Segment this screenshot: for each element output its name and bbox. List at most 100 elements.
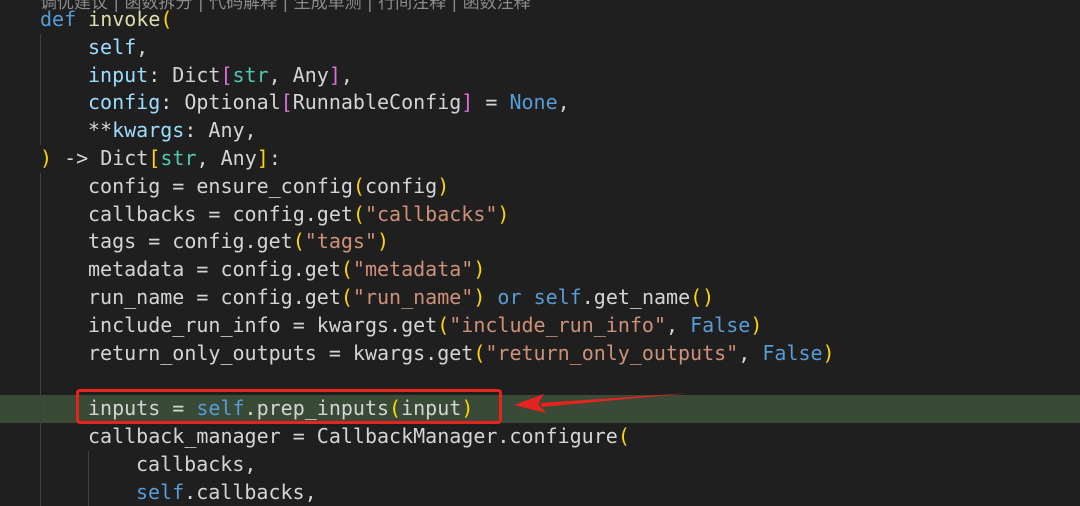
code-token: or: [485, 284, 534, 309]
code-token: ]: [256, 145, 269, 170]
code-token: ): [750, 312, 763, 337]
code-text: config = ensure_config(config): [88, 173, 449, 201]
code-line[interactable]: tags = config.get("tags"): [0, 228, 1080, 257]
code-token: ): [377, 229, 390, 254]
code-token: :: [268, 145, 281, 170]
code-line[interactable]: input: Dict[str, Any],: [0, 61, 1080, 90]
code-text: include_run_info = kwargs.get("include_r…: [88, 312, 762, 340]
code-token: : Any,: [184, 118, 257, 143]
code-token: ]: [461, 90, 474, 115]
indent-guide: [40, 283, 41, 312]
code-token: config: [88, 90, 161, 115]
code-token: , Any: [196, 145, 257, 170]
code-text: metadata = config.get("metadata"): [88, 256, 485, 284]
code-token: None: [509, 90, 558, 115]
code-token: str: [160, 145, 197, 170]
code-text: callback_manager = CallbackManager.confi…: [88, 423, 630, 451]
code-text: config: Optional[RunnableConfig] = None,: [88, 89, 570, 117]
code-token: (: [340, 284, 353, 309]
code-line[interactable]: def invoke(: [0, 6, 1080, 34]
code-token: : Optional: [160, 90, 281, 115]
code-token: (: [292, 229, 305, 254]
code-line[interactable]: **kwargs: Any,: [0, 117, 1080, 145]
code-token: return_only_outputs = kwargs.get: [88, 340, 474, 365]
code-token: "run_name": [352, 284, 474, 309]
code-token: ,: [340, 62, 353, 87]
indent-guide: [40, 117, 41, 145]
indent-guide: [40, 311, 41, 340]
code-token: callbacks,: [136, 451, 257, 476]
code-token: "tags": [304, 229, 377, 254]
code-token: "return_only_outputs": [485, 340, 739, 365]
code-line[interactable]: return_only_outputs = kwargs.get("return…: [0, 339, 1080, 368]
code-line[interactable]: config: Optional[RunnableConfig] = None,: [0, 89, 1080, 118]
code-token: : Dict: [148, 62, 221, 87]
indent-guide: [40, 33, 41, 62]
code-token: self: [136, 479, 185, 504]
code-text: run_name = config.get("run_name") or sel…: [88, 284, 714, 312]
code-token: RunnableConfig: [292, 90, 462, 115]
code-text: callbacks = config.get("callbacks"): [88, 201, 509, 229]
code-line[interactable]: ) -> Dict[str, Any]:: [0, 145, 1080, 173]
code-token: str: [232, 62, 269, 87]
code-token: ,: [136, 34, 149, 59]
code-token: tags = config.get: [88, 229, 293, 254]
code-token: def: [40, 7, 89, 31]
code-text: def invoke(: [40, 6, 172, 34]
indent-guide: [40, 200, 41, 229]
code-line[interactable]: include_run_info = kwargs.get("include_r…: [0, 311, 1080, 340]
code-token: ): [473, 284, 486, 309]
code-line[interactable]: self,: [0, 33, 1080, 62]
code-token: ): [497, 201, 510, 226]
code-editor[interactable]: def invoke(self, input: Dict[str, Any], co…: [0, 6, 1080, 506]
code-line[interactable]: metadata = config.get("metadata"): [0, 256, 1080, 284]
code-token: ): [40, 145, 53, 170]
code-token: .get_name: [581, 284, 691, 309]
code-token: [: [220, 62, 233, 87]
code-token: False: [690, 312, 751, 337]
code-line[interactable]: run_name = config.get("run_name") or sel…: [0, 283, 1080, 312]
code-token: , Any: [268, 62, 329, 87]
code-token: metadata = config.get: [88, 257, 341, 282]
code-line[interactable]: self.callbacks,: [0, 478, 1080, 506]
code-token: callbacks = config.get: [88, 201, 353, 226]
indent-guide: [40, 89, 41, 118]
indent-guide: [40, 478, 41, 506]
code-token: (: [437, 312, 450, 337]
code-token: (: [340, 257, 353, 282]
code-line[interactable]: config = ensure_config(config): [0, 172, 1080, 201]
code-token: ): [822, 340, 835, 365]
code-line[interactable]: callbacks = config.get("callbacks"): [0, 200, 1080, 229]
code-token: =: [473, 90, 510, 115]
code-token: invoke: [88, 7, 161, 31]
code-token: config: [364, 173, 438, 198]
code-text: self.callbacks,: [136, 479, 317, 506]
code-token: "include_run_info": [449, 312, 666, 337]
code-text: tags = config.get("tags"): [88, 228, 389, 256]
code-token: kwargs: [112, 118, 185, 143]
indent-guide: [88, 478, 89, 506]
code-token: include_run_info = kwargs.get: [88, 312, 438, 337]
code-token: "metadata": [352, 257, 474, 282]
indent-guide: [40, 228, 41, 257]
code-token: -> Dict: [52, 145, 149, 170]
code-text: self,: [88, 34, 148, 62]
code-token: callback_manager = CallbackManager.confi…: [88, 423, 618, 448]
indent-guide: [40, 422, 41, 451]
code-line[interactable]: callbacks,: [0, 450, 1080, 479]
code-token: **: [88, 118, 113, 143]
code-text: input: Dict[str, Any],: [88, 62, 353, 90]
code-text: **kwargs: Any,: [88, 117, 257, 145]
code-token: "callbacks": [364, 201, 498, 226]
code-token: (: [473, 340, 486, 365]
code-token: ,: [666, 312, 691, 337]
indent-guide: [88, 450, 89, 479]
annotation-arrow-icon: [514, 393, 690, 413]
code-line[interactable]: callback_manager = CallbackManager.confi…: [0, 422, 1080, 451]
code-token: .callbacks,: [184, 479, 317, 504]
code-token: run_name = config.get: [88, 284, 341, 309]
code-token: (): [690, 284, 715, 309]
code-token: [: [148, 145, 161, 170]
indent-guide: [40, 61, 41, 90]
code-token: input: [88, 62, 149, 87]
